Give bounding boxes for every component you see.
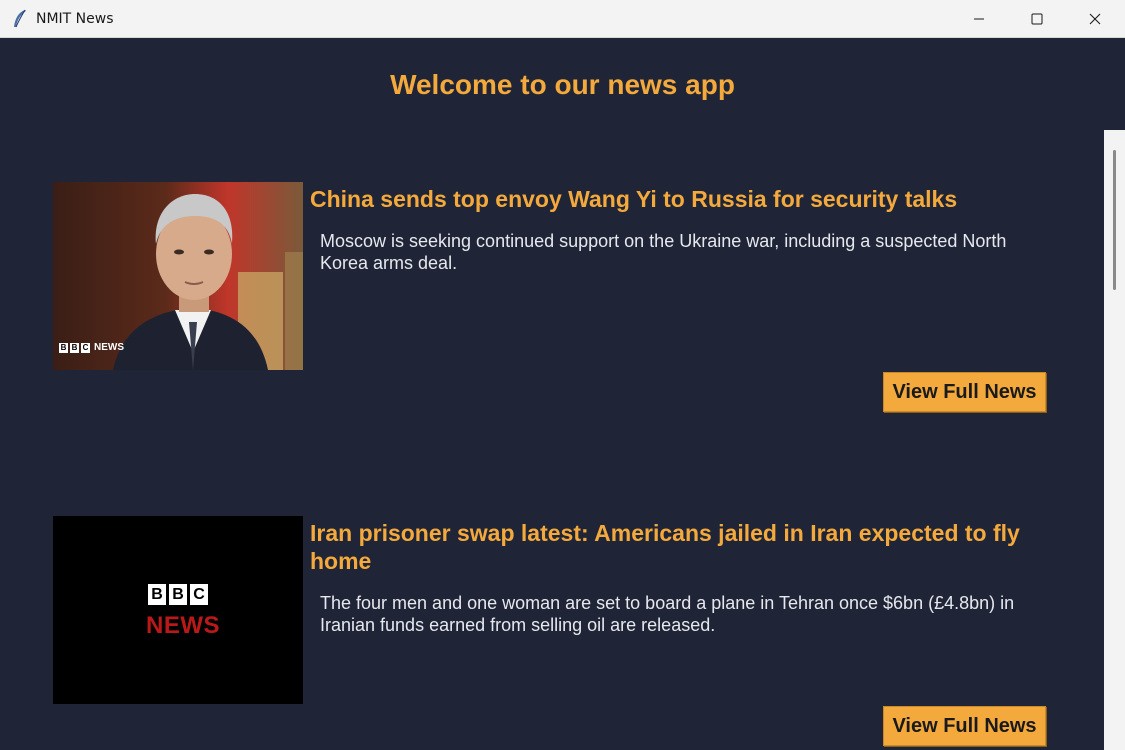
minimize-button[interactable]	[950, 0, 1008, 38]
news-feed: Welcome to our news app B B C NEWS China…	[0, 39, 1125, 750]
view-full-news-button[interactable]: View Full News	[883, 706, 1046, 746]
article-headline: Iran prisoner swap latest: Americans jai…	[310, 520, 1020, 574]
bbc-logo: B B C	[148, 584, 208, 605]
article-headline: China sends top envoy Wang Yi to Russia …	[310, 186, 958, 212]
maximize-button[interactable]	[1008, 0, 1066, 38]
vertical-scrollbar[interactable]	[1104, 130, 1125, 750]
article-image: B B C NEWS	[53, 182, 303, 370]
view-full-news-button[interactable]: View Full News	[883, 372, 1046, 412]
close-icon	[1089, 13, 1101, 25]
news-article: B B C NEWS Iran prisoner swap latest: Am…	[53, 516, 1053, 750]
scrollbar-thumb[interactable]	[1113, 150, 1116, 290]
news-article: B B C NEWS China sends top envoy Wang Yi…	[53, 182, 1053, 417]
feather-icon	[12, 9, 28, 29]
article-image: B B C NEWS	[53, 516, 303, 704]
bbc-news-label: NEWS	[146, 612, 220, 639]
maximize-icon	[1031, 13, 1043, 25]
article-summary: Moscow is seeking continued support on t…	[320, 231, 1007, 273]
page-title: Welcome to our news app	[390, 69, 735, 100]
article-summary: The four men and one woman are set to bo…	[320, 593, 1015, 635]
window-title: NMIT News	[36, 11, 114, 27]
minimize-icon	[973, 13, 985, 25]
bbc-news-watermark: B B C NEWS	[59, 342, 124, 353]
window-titlebar: NMIT News	[0, 0, 1125, 38]
close-button[interactable]	[1066, 0, 1124, 38]
